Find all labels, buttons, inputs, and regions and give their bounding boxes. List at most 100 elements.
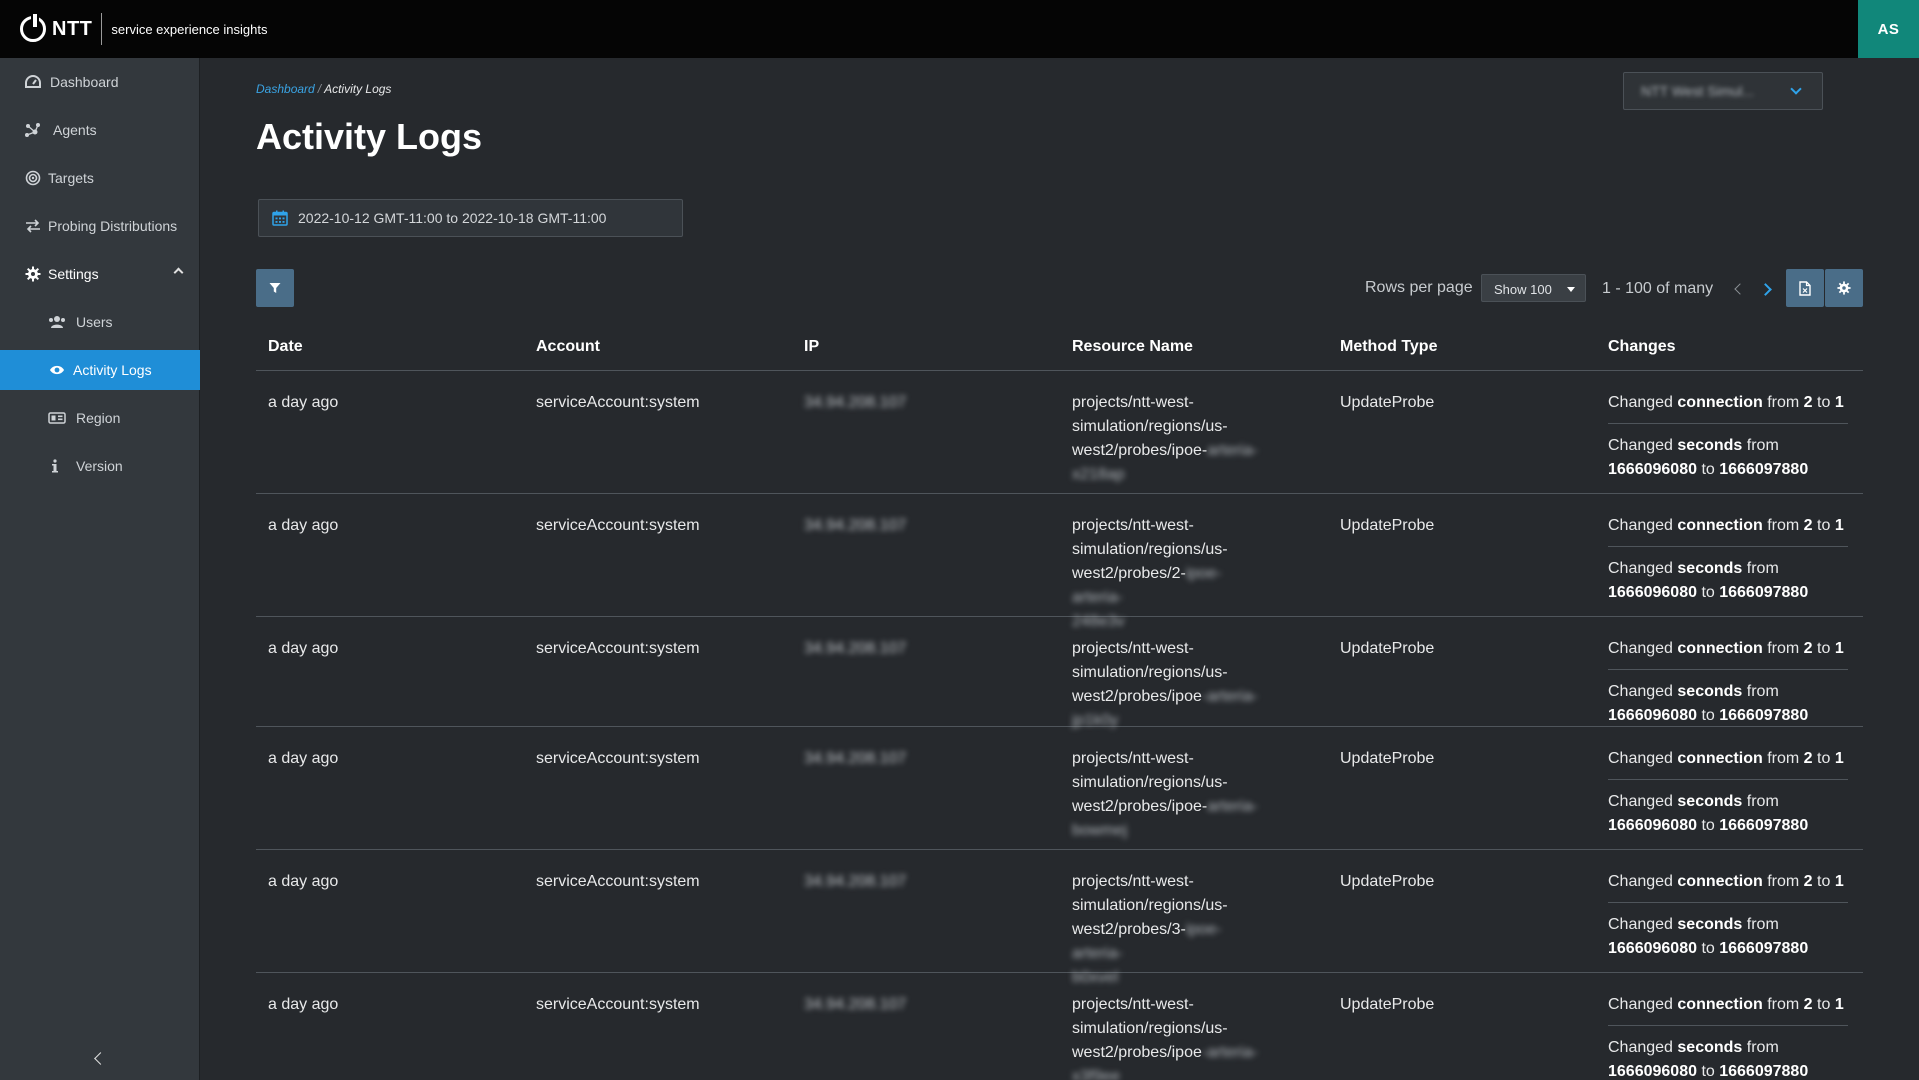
table-row[interactable]: a day ago serviceAccount:system 34.94.20…: [256, 371, 1863, 494]
sidebar-item-activity-logs[interactable]: Activity Logs: [0, 350, 200, 390]
resource-line: west2/probes/ipoe-: [1072, 798, 1208, 815]
breadcrumb-current: Activity Logs: [324, 82, 392, 96]
gear-icon: [24, 265, 42, 283]
cell-date: a day ago: [268, 640, 339, 657]
column-header-account[interactable]: Account: [536, 338, 600, 356]
breadcrumb-dashboard-link[interactable]: Dashboard: [256, 82, 315, 96]
user-avatar[interactable]: AS: [1858, 0, 1919, 58]
resource-redacted: arteria-: [1207, 442, 1258, 459]
agents-icon: [24, 121, 42, 139]
rows-per-page-label: Rows per page: [1365, 279, 1473, 296]
cell-resource-name: projects/ntt-west- simulation/regions/us…: [1072, 993, 1267, 1080]
column-header-changes[interactable]: Changes: [1608, 338, 1676, 356]
filter-button[interactable]: [256, 269, 294, 307]
table-header: Date Account IP Resource Name Method Typ…: [256, 330, 1863, 371]
account-select[interactable]: NTT West Simul...: [1623, 72, 1823, 110]
cell-method-type: UpdateProbe: [1340, 996, 1435, 1013]
brand-logo[interactable]: NTT service experience insights: [20, 13, 267, 45]
sidebar-item-version[interactable]: Version: [0, 446, 200, 486]
column-header-resource-name[interactable]: Resource Name: [1072, 338, 1193, 356]
resource-line: projects/ntt-west-: [1072, 996, 1194, 1013]
column-header-date[interactable]: Date: [268, 338, 303, 356]
cell-method-type: UpdateProbe: [1340, 873, 1435, 890]
cell-account: serviceAccount:system: [536, 394, 700, 411]
cell-account: serviceAccount:system: [536, 640, 700, 657]
column-header-method-type[interactable]: Method Type: [1340, 338, 1437, 356]
chevron-up-icon[interactable]: [173, 267, 184, 278]
next-page-icon[interactable]: [1759, 281, 1773, 297]
dashboard-icon: [24, 73, 42, 91]
table-row[interactable]: a day ago serviceAccount:system 34.94.20…: [256, 494, 1863, 630]
sidebar-item-settings[interactable]: Settings: [0, 254, 200, 294]
resource-redacted: x3f9ee: [1072, 1068, 1121, 1080]
resource-redacted: bowmej: [1072, 822, 1128, 839]
sidebar-item-probing-distributions[interactable]: Probing Distributions: [0, 206, 200, 246]
table-row[interactable]: a day ago serviceAccount:system 34.94.20…: [256, 727, 1863, 850]
change-divider: [1608, 669, 1848, 670]
table-row[interactable]: a day ago serviceAccount:system 34.94.20…: [256, 850, 1863, 986]
resource-line: simulation/regions/us-: [1072, 418, 1228, 435]
change-seconds: Changed seconds from: [1608, 916, 1779, 933]
change-divider: [1608, 423, 1848, 424]
cell-ip: 34.94.208.107: [804, 640, 907, 657]
ntt-logo-icon: [20, 14, 46, 42]
cell-date: a day ago: [268, 750, 339, 767]
change-divider: [1608, 546, 1848, 547]
sidebar-item-targets[interactable]: Targets: [0, 158, 200, 198]
date-range-value: 2022-10-12 GMT-11:00 to 2022-10-18 GMT-1…: [298, 210, 607, 226]
change-seconds: Changed seconds from: [1608, 793, 1779, 810]
cell-resource-name: projects/ntt-west- simulation/regions/us…: [1072, 747, 1267, 843]
resource-redacted: arteria-: [1207, 798, 1258, 815]
cell-changes: Changed connection from 2 to 1 Changed s…: [1608, 391, 1848, 482]
resource-line: simulation/regions/us-: [1072, 541, 1228, 558]
caret-down-icon: [1567, 287, 1575, 292]
sidebar-item-region[interactable]: Region: [0, 398, 200, 438]
cell-changes: Changed connection from 2 to 1 Changed s…: [1608, 514, 1848, 605]
cell-resource-name: projects/ntt-west- simulation/regions/us…: [1072, 391, 1267, 487]
previous-page-icon[interactable]: [1732, 281, 1746, 297]
pagination-range: 1 - 100 of many: [1602, 280, 1714, 297]
cell-account: serviceAccount:system: [536, 996, 700, 1013]
table-row[interactable]: a day ago serviceAccount:system 34.94.20…: [256, 617, 1863, 729]
change-seconds-values: 1666096080 to 1666097880: [1608, 707, 1809, 724]
sidebar-item-label: Activity Logs: [73, 362, 152, 378]
change-connection: Changed connection from 2 to 1: [1608, 996, 1844, 1013]
collapse-sidebar-icon[interactable]: [92, 1052, 106, 1066]
file-export-icon: [1799, 280, 1811, 296]
cell-method-type: UpdateProbe: [1340, 640, 1435, 657]
export-button[interactable]: [1786, 269, 1824, 307]
filter-icon: [269, 283, 281, 293]
region-icon: [48, 409, 66, 427]
change-seconds-values: 1666096080 to 1666097880: [1608, 461, 1809, 478]
date-range-picker[interactable]: 2022-10-12 GMT-11:00 to 2022-10-18 GMT-1…: [258, 199, 683, 237]
resource-line: west2/probes/ipoe: [1072, 688, 1202, 705]
cell-resource-name: projects/ntt-west- simulation/regions/us…: [1072, 637, 1267, 733]
sidebar-item-dashboard[interactable]: Dashboard: [0, 62, 200, 102]
cell-changes: Changed connection from 2 to 1 Changed s…: [1608, 747, 1848, 838]
change-connection: Changed connection from 2 to 1: [1608, 873, 1844, 890]
resource-line: simulation/regions/us-: [1072, 1020, 1228, 1037]
change-seconds-values: 1666096080 to 1666097880: [1608, 1063, 1809, 1080]
cell-date: a day ago: [268, 517, 339, 534]
sidebar: Dashboard Agents Targets Probing Distrib…: [0, 58, 200, 1080]
cell-resource-name: projects/ntt-west- simulation/regions/us…: [1072, 514, 1267, 634]
sidebar-item-label: Users: [76, 314, 113, 330]
sidebar-item-users[interactable]: Users: [0, 302, 200, 342]
rows-per-page-select[interactable]: Show 100: [1481, 274, 1586, 302]
cell-ip: 34.94.208.107: [804, 750, 907, 767]
account-select-value: NTT West Simul...: [1641, 83, 1755, 99]
cell-method-type: UpdateProbe: [1340, 517, 1435, 534]
breadcrumb-separator: /: [317, 82, 322, 96]
sidebar-item-agents[interactable]: Agents: [0, 110, 200, 150]
calendar-icon: [272, 210, 288, 226]
resource-line: projects/ntt-west-: [1072, 873, 1194, 890]
cell-date: a day ago: [268, 996, 339, 1013]
change-seconds-values: 1666096080 to 1666097880: [1608, 584, 1809, 601]
column-header-ip[interactable]: IP: [804, 338, 819, 356]
table-settings-button[interactable]: [1825, 269, 1863, 307]
sidebar-item-label: Dashboard: [50, 74, 119, 90]
table-row[interactable]: a day ago serviceAccount:system 34.94.20…: [256, 973, 1863, 1080]
resource-line: west2/probes/ipoe-: [1072, 442, 1208, 459]
activity-logs-table: Date Account IP Resource Name Method Typ…: [256, 330, 1863, 1080]
cell-account: serviceAccount:system: [536, 750, 700, 767]
